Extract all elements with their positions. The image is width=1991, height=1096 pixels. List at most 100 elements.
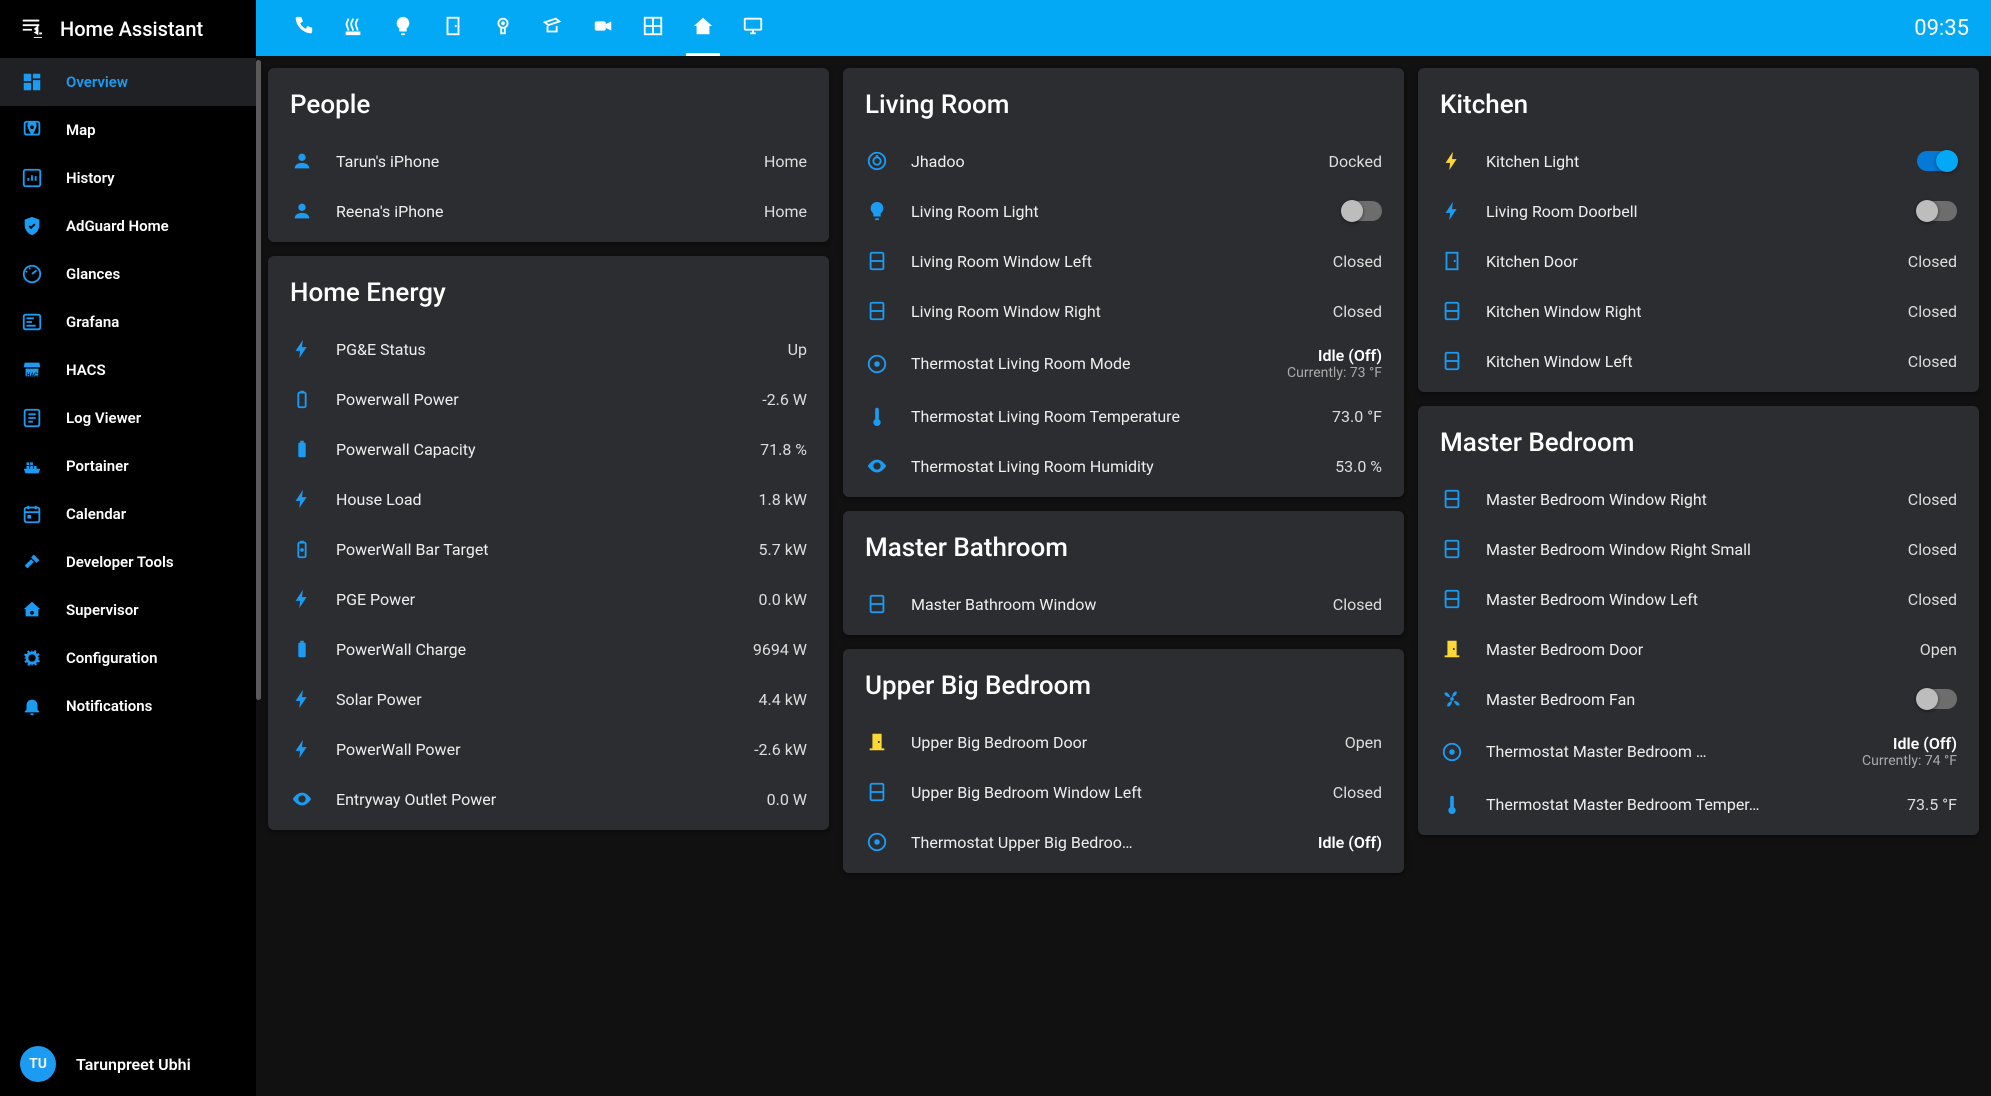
tab-home[interactable]: [678, 0, 728, 56]
heat-icon: [342, 15, 364, 41]
entity-row[interactable]: Master Bedroom Fan: [1418, 674, 1979, 724]
entity-row[interactable]: Kitchen Light: [1418, 136, 1979, 186]
entity-row[interactable]: Master Bedroom DoorOpen: [1418, 624, 1979, 674]
entity-name: Powerwall Power: [336, 390, 740, 409]
entity-row[interactable]: Thermostat Living Room ModeIdle (Off)Cur…: [843, 336, 1404, 391]
entity-row[interactable]: Tarun's iPhoneHome: [268, 136, 829, 186]
sidebar-item-label: Overview: [66, 73, 236, 91]
entity-row[interactable]: Thermostat Master Bedroom Temper…73.5 °F: [1418, 779, 1979, 829]
entity-row[interactable]: Master Bathroom WindowClosed: [843, 579, 1404, 629]
flash-icon: [1440, 199, 1464, 223]
tab-bulb[interactable]: [378, 0, 428, 56]
entity-row[interactable]: Kitchen Window LeftClosed: [1418, 336, 1979, 386]
entity-name: Thermostat Living Room Humidity: [911, 457, 1313, 476]
entity-row[interactable]: JhadooDocked: [843, 136, 1404, 186]
battery-solid-icon: [290, 637, 314, 661]
entity-row[interactable]: Upper Big Bedroom DoorOpen: [843, 717, 1404, 767]
card-title: Living Room: [843, 80, 1404, 136]
entity-row[interactable]: PowerWall Charge9694 W: [268, 624, 829, 674]
sidebar-item-grafana[interactable]: Grafana: [0, 298, 256, 346]
tab-video[interactable]: [578, 0, 628, 56]
entity-row[interactable]: Entryway Outlet Power0.0 W: [268, 774, 829, 824]
entity-value: 53.0 %: [1335, 457, 1382, 476]
main: 09:35 People Tarun's iPhoneHome Reena's …: [256, 0, 1991, 1096]
entity-row[interactable]: Solar Power4.4 kW: [268, 674, 829, 724]
battery-dot-icon: [290, 537, 314, 561]
thermo-icon: [865, 404, 889, 428]
menu-icon[interactable]: [20, 16, 42, 42]
window-icon: [865, 249, 889, 273]
entity-row[interactable]: Living Room Doorbell: [1418, 186, 1979, 236]
dashboard-icon: [20, 70, 44, 94]
entity-name: Thermostat Living Room Mode: [911, 354, 1265, 373]
sidebar-item-configuration[interactable]: Configuration: [0, 634, 256, 682]
entity-row[interactable]: Master Bedroom Window RightClosed: [1418, 474, 1979, 524]
entity-row[interactable]: Living Room Window LeftClosed: [843, 236, 1404, 286]
entity-row[interactable]: PowerWall Bar Target5.7 kW: [268, 524, 829, 574]
sidebar-item-developer-tools[interactable]: Developer Tools: [0, 538, 256, 586]
entity-row[interactable]: Thermostat Master Bedroom …Idle (Off)Cur…: [1418, 724, 1979, 779]
entity-value: 73.0 °F: [1332, 407, 1382, 426]
entity-row[interactable]: Living Room Window RightClosed: [843, 286, 1404, 336]
entity-row[interactable]: PG&E StatusUp: [268, 324, 829, 374]
entity-row[interactable]: House Load1.8 kW: [268, 474, 829, 524]
entity-row[interactable]: Kitchen DoorClosed: [1418, 236, 1979, 286]
entity-row[interactable]: PowerWall Power-2.6 kW: [268, 724, 829, 774]
user-name: Tarunpreet Ubhi: [76, 1055, 191, 1074]
clock: 09:35: [1914, 16, 1969, 41]
sidebar-item-supervisor[interactable]: Supervisor: [0, 586, 256, 634]
app-title: Home Assistant: [60, 17, 203, 41]
tab-heat[interactable]: [328, 0, 378, 56]
camera2-icon: [542, 15, 564, 41]
card-people: People Tarun's iPhoneHome Reena's iPhone…: [268, 68, 829, 242]
toggle-switch[interactable]: [1917, 689, 1957, 709]
sidebar-item-history[interactable]: History: [0, 154, 256, 202]
window-icon: [1440, 487, 1464, 511]
log-icon: [20, 406, 44, 430]
sidebar-item-portainer[interactable]: Portainer: [0, 442, 256, 490]
sidebar-item-adguard-home[interactable]: AdGuard Home: [0, 202, 256, 250]
sidebar-item-glances[interactable]: Glances: [0, 250, 256, 298]
fan-icon: [1440, 687, 1464, 711]
sidebar-user[interactable]: TU Tarunpreet Ubhi: [0, 1032, 256, 1096]
entity-row[interactable]: Powerwall Power-2.6 W: [268, 374, 829, 424]
entity-row[interactable]: Master Bedroom Window LeftClosed: [1418, 574, 1979, 624]
entity-row[interactable]: Living Room Light: [843, 186, 1404, 236]
entity-row[interactable]: PGE Power0.0 kW: [268, 574, 829, 624]
entity-row[interactable]: Upper Big Bedroom Window LeftClosed: [843, 767, 1404, 817]
thermostat-icon: [865, 352, 889, 376]
entity-row[interactable]: Powerwall Capacity71.8 %: [268, 424, 829, 474]
tab-grid[interactable]: [628, 0, 678, 56]
sidebar-item-notifications[interactable]: Notifications: [0, 682, 256, 730]
tab-monitor[interactable]: [728, 0, 778, 56]
sidebar-item-label: Portainer: [66, 457, 236, 475]
thermo-icon: [1440, 792, 1464, 816]
toggle-switch[interactable]: [1342, 201, 1382, 221]
entity-row[interactable]: Thermostat Upper Big Bedroo…Idle (Off): [843, 817, 1404, 867]
sidebar-item-calendar[interactable]: Calendar: [0, 490, 256, 538]
entity-row[interactable]: Thermostat Living Room Humidity 53.0 %: [843, 441, 1404, 491]
entity-row[interactable]: Kitchen Window RightClosed: [1418, 286, 1979, 336]
sidebar-item-log-viewer[interactable]: Log Viewer: [0, 394, 256, 442]
entity-name: Thermostat Master Bedroom Temper…: [1486, 795, 1885, 814]
entity-name: Solar Power: [336, 690, 737, 709]
tab-phone[interactable]: [278, 0, 328, 56]
flash-icon: [290, 587, 314, 611]
tab-door[interactable]: [428, 0, 478, 56]
window-icon: [1440, 299, 1464, 323]
entity-row[interactable]: Reena's iPhoneHome: [268, 186, 829, 236]
tab-cam[interactable]: [478, 0, 528, 56]
entity-value: Closed: [1908, 352, 1957, 371]
sidebar-item-map[interactable]: Map: [0, 106, 256, 154]
entity-name: PGE Power: [336, 590, 737, 609]
sidebar-item-overview[interactable]: Overview: [0, 58, 256, 106]
robot-icon: [865, 149, 889, 173]
sidebar-resize-handle[interactable]: [256, 60, 261, 700]
toggle-switch[interactable]: [1917, 201, 1957, 221]
sidebar-item-hacs[interactable]: HACS HACS: [0, 346, 256, 394]
tab-camera2[interactable]: [528, 0, 578, 56]
toggle-switch[interactable]: [1917, 151, 1957, 171]
entity-row[interactable]: Thermostat Living Room Temperature73.0 °…: [843, 391, 1404, 441]
entity-row[interactable]: Master Bedroom Window Right SmallClosed: [1418, 524, 1979, 574]
chart-icon: [20, 166, 44, 190]
